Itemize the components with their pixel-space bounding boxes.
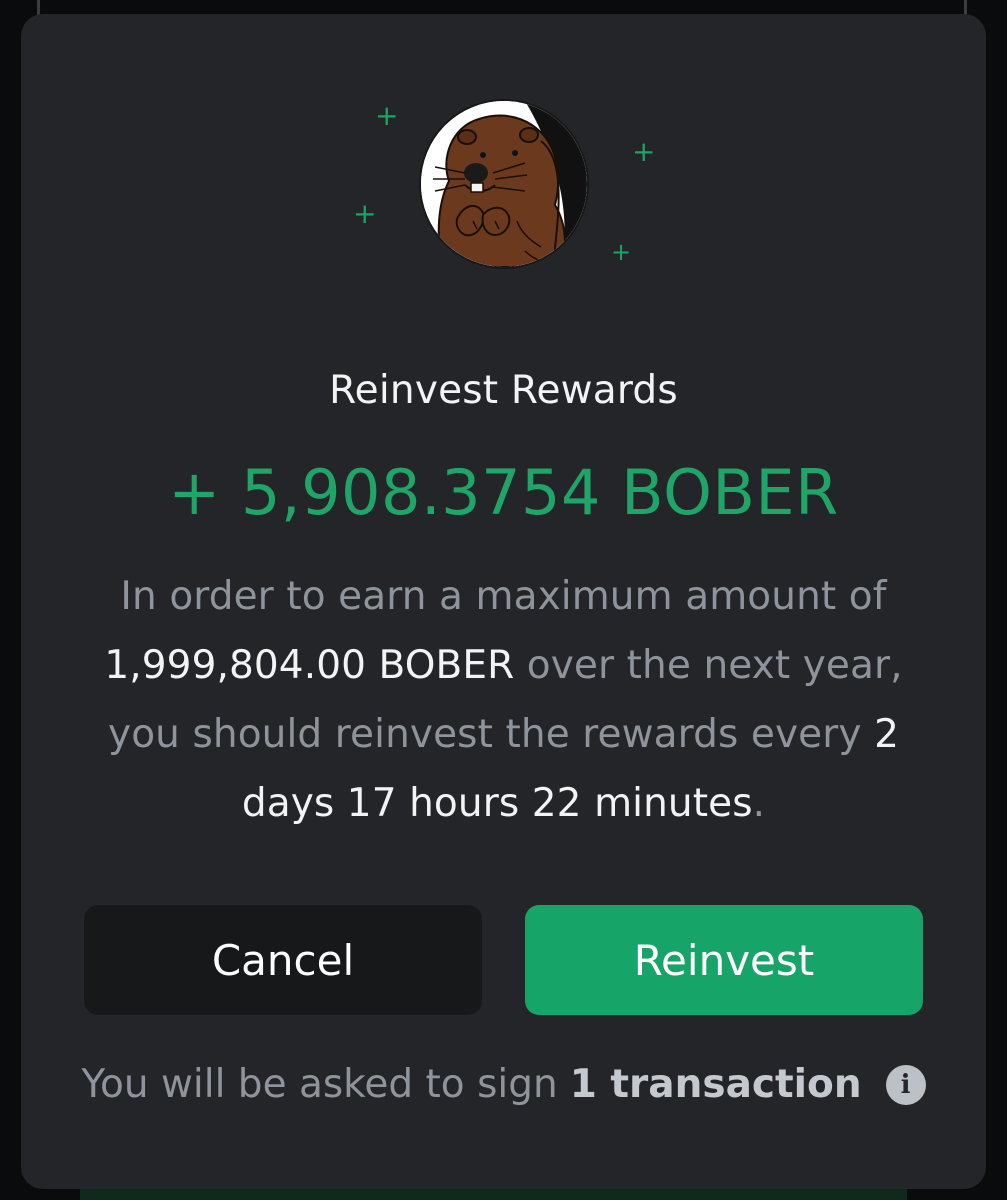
cancel-button[interactable]: Cancel [84, 905, 482, 1015]
sign-notice-text: You will be asked to sign [81, 1062, 558, 1107]
sparkle-icon: + [632, 135, 656, 168]
reward-amount: + 5,908.3754 BOBER [168, 456, 839, 529]
description-text: In order to earn a maximum amount of [120, 574, 887, 619]
sign-notice: You will be asked to sign 1 transaction … [21, 1062, 986, 1107]
info-icon[interactable]: i [885, 1064, 926, 1105]
sparkle-icon: + [353, 197, 377, 230]
description-text: . [752, 781, 766, 826]
reinvest-button[interactable]: Reinvest [525, 905, 923, 1015]
reinvest-button-label: Reinvest [633, 935, 815, 985]
max-amount-value: 1,999,804.00 BOBER [104, 643, 515, 688]
beaver-avatar-icon [419, 99, 589, 269]
cancel-button-label: Cancel [211, 935, 355, 985]
modal-title: Reinvest Rewards [329, 368, 678, 413]
transaction-count: 1 transaction [569, 1062, 862, 1107]
reinvest-description: In order to earn a maximum amount of 1,9… [81, 562, 926, 838]
reinvest-modal: + + + + Reinvest Rewards + 5,908.3754 BO… [21, 14, 986, 1189]
sparkle-icon: + [611, 238, 632, 266]
sparkle-icon: + [375, 99, 399, 132]
avatar-area: + + + + [21, 14, 986, 294]
